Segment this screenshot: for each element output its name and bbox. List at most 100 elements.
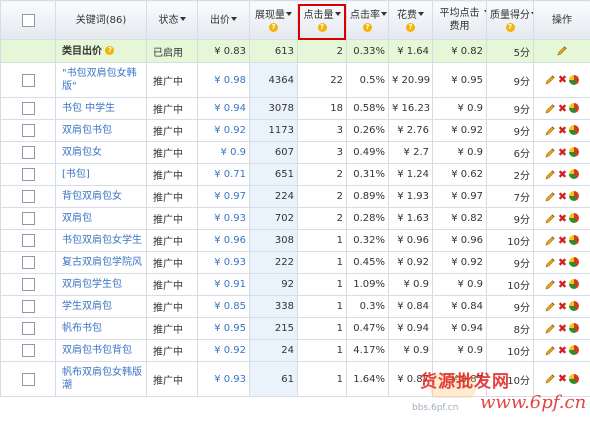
- delete-icon[interactable]: ✖: [558, 213, 567, 224]
- category-bid[interactable]: ¥ 0.83: [197, 39, 250, 63]
- pie-chart-icon[interactable]: [569, 345, 580, 356]
- delete-icon[interactable]: ✖: [558, 103, 567, 114]
- keyword-link[interactable]: 复古双肩包学院风: [55, 251, 147, 274]
- delete-icon[interactable]: ✖: [558, 257, 567, 268]
- pencil-icon[interactable]: [545, 213, 556, 224]
- pie-chart-icon[interactable]: [569, 323, 580, 334]
- pencil-icon[interactable]: [545, 147, 556, 158]
- delete-icon[interactable]: ✖: [558, 74, 567, 85]
- header-quality[interactable]: 质量得分?: [486, 0, 534, 40]
- pie-chart-icon[interactable]: [569, 257, 580, 268]
- pie-chart-icon[interactable]: [569, 235, 580, 246]
- pie-chart-icon[interactable]: [569, 125, 580, 136]
- pencil-icon[interactable]: [545, 125, 556, 136]
- delete-icon[interactable]: ✖: [558, 147, 567, 158]
- bid-link[interactable]: ¥ 0.98: [197, 62, 250, 98]
- bid-link[interactable]: ¥ 0.93: [197, 361, 250, 397]
- header-bid[interactable]: 出价: [197, 0, 250, 40]
- keyword-link[interactable]: 帆布书包: [55, 317, 147, 340]
- bid-link[interactable]: ¥ 0.93: [197, 251, 250, 274]
- pie-chart-icon[interactable]: [569, 301, 580, 312]
- delete-icon[interactable]: ✖: [558, 169, 567, 180]
- question-icon[interactable]: ?: [317, 22, 327, 32]
- header-status[interactable]: 状态: [146, 0, 198, 40]
- bid-link[interactable]: ¥ 0.93: [197, 207, 250, 230]
- bid-link[interactable]: ¥ 0.95: [197, 317, 250, 340]
- row-checkbox[interactable]: [21, 102, 35, 115]
- header-cost[interactable]: 花费?: [388, 0, 433, 40]
- pencil-icon[interactable]: [545, 279, 556, 290]
- delete-icon[interactable]: ✖: [558, 373, 567, 384]
- keyword-link[interactable]: 双肩包书包背包: [55, 339, 147, 362]
- delete-icon[interactable]: ✖: [558, 279, 567, 290]
- header-keyword[interactable]: 关键词(86): [55, 0, 147, 40]
- bid-link[interactable]: ¥ 0.92: [197, 119, 250, 142]
- pencil-icon[interactable]: [556, 45, 568, 56]
- pie-chart-icon[interactable]: [569, 147, 580, 158]
- row-checkbox[interactable]: [21, 278, 35, 291]
- row-checkbox[interactable]: [21, 146, 35, 159]
- bid-link[interactable]: ¥ 0.92: [197, 339, 250, 362]
- bid-link[interactable]: ¥ 0.94: [197, 97, 250, 120]
- question-icon[interactable]: ?: [269, 22, 278, 32]
- pie-chart-icon[interactable]: [569, 373, 580, 384]
- keyword-link[interactable]: 背包双肩包女: [55, 185, 147, 208]
- row-checkbox[interactable]: [21, 190, 35, 203]
- pencil-icon[interactable]: [545, 257, 556, 268]
- row-checkbox[interactable]: [21, 344, 35, 357]
- pencil-icon[interactable]: [545, 74, 556, 85]
- bid-link[interactable]: ¥ 0.85: [197, 295, 250, 318]
- bid-link[interactable]: ¥ 0.91: [197, 273, 250, 296]
- row-checkbox[interactable]: [21, 300, 35, 313]
- row-checkbox[interactable]: [21, 322, 35, 335]
- pie-chart-icon[interactable]: [569, 191, 580, 202]
- row-checkbox[interactable]: [21, 372, 35, 386]
- row-checkbox[interactable]: [21, 124, 35, 137]
- keyword-link[interactable]: 双肩包: [55, 207, 147, 230]
- header-select-all[interactable]: [0, 0, 56, 40]
- bid-link[interactable]: ¥ 0.71: [197, 163, 250, 186]
- pencil-icon[interactable]: [545, 345, 556, 356]
- pie-chart-icon[interactable]: [569, 74, 580, 85]
- keyword-link[interactable]: 书包 中学生: [55, 97, 147, 120]
- header-ctr[interactable]: 点击率?: [346, 0, 389, 40]
- pencil-icon[interactable]: [545, 373, 556, 384]
- header-clicks[interactable]: 点击量?: [297, 0, 347, 40]
- pencil-icon[interactable]: [545, 103, 556, 114]
- question-icon[interactable]: ?: [363, 22, 372, 32]
- bid-link[interactable]: ¥ 0.96: [197, 229, 250, 252]
- pencil-icon[interactable]: [545, 191, 556, 202]
- row-checkbox[interactable]: [21, 168, 35, 181]
- pencil-icon[interactable]: [545, 301, 556, 312]
- keyword-link[interactable]: 书包双肩包女学生: [55, 229, 147, 252]
- row-checkbox[interactable]: [21, 256, 35, 269]
- keyword-link[interactable]: [书包]: [55, 163, 147, 186]
- pencil-icon[interactable]: [545, 323, 556, 334]
- question-icon[interactable]: ?: [105, 46, 115, 55]
- pencil-icon[interactable]: [545, 169, 556, 180]
- question-icon[interactable]: ?: [406, 22, 415, 32]
- delete-icon[interactable]: ✖: [558, 323, 567, 334]
- delete-icon[interactable]: ✖: [558, 235, 567, 246]
- delete-icon[interactable]: ✖: [558, 345, 567, 356]
- keyword-link[interactable]: "书包双肩包女韩版": [55, 62, 147, 98]
- select-all-checkbox[interactable]: [21, 13, 35, 27]
- header-avg-cpc[interactable]: 平均点击费用: [432, 0, 487, 40]
- delete-icon[interactable]: ✖: [558, 301, 567, 312]
- keyword-link[interactable]: 双肩包女: [55, 141, 147, 164]
- delete-icon[interactable]: ✖: [558, 125, 567, 136]
- keyword-link[interactable]: 双肩包书包: [55, 119, 147, 142]
- keyword-link[interactable]: 帆布双肩包女韩版潮: [55, 361, 147, 397]
- pie-chart-icon[interactable]: [569, 169, 580, 180]
- pie-chart-icon[interactable]: [569, 103, 580, 114]
- header-impressions[interactable]: 展现量?: [249, 0, 298, 40]
- row-checkbox[interactable]: [21, 73, 35, 87]
- keyword-link[interactable]: 学生双肩包: [55, 295, 147, 318]
- delete-icon[interactable]: ✖: [558, 191, 567, 202]
- row-checkbox[interactable]: [21, 212, 35, 225]
- pencil-icon[interactable]: [545, 235, 556, 246]
- bid-link[interactable]: ¥ 0.97: [197, 185, 250, 208]
- question-icon[interactable]: ?: [505, 22, 515, 32]
- keyword-link[interactable]: 双肩包学生包: [55, 273, 147, 296]
- pie-chart-icon[interactable]: [569, 213, 580, 224]
